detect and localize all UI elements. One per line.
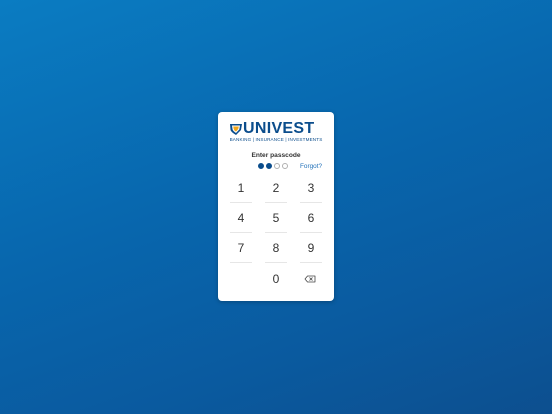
key-divider [300, 232, 322, 233]
key-2[interactable]: 2 [263, 174, 289, 202]
key-4[interactable]: 4 [228, 204, 254, 232]
key-divider [300, 262, 322, 263]
key-9[interactable]: 9 [298, 234, 324, 262]
passcode-dots [258, 163, 288, 171]
key-5[interactable]: 5 [263, 204, 289, 232]
univest-logo: UNIVEST BANKING | INSURANCE | INVESTMENT… [229, 120, 323, 145]
key-divider [230, 232, 252, 233]
passcode-dot-4 [282, 163, 288, 169]
key-8[interactable]: 8 [263, 234, 289, 262]
logo-wordmark: UNIVEST [243, 120, 315, 137]
key-0[interactable]: 0 [263, 265, 289, 293]
forgot-passcode-link[interactable]: Forgot? [300, 163, 322, 170]
key-divider [230, 202, 252, 203]
logo-tagline: BANKING | INSURANCE | INVESTMENTS [229, 137, 323, 142]
key-divider [265, 262, 287, 263]
key-divider [300, 202, 322, 203]
passcode-dot-2 [266, 163, 272, 169]
key-7[interactable]: 7 [228, 234, 254, 262]
key-3[interactable]: 3 [298, 174, 324, 202]
passcode-card: UNIVEST BANKING | INSURANCE | INVESTMENT… [218, 112, 334, 301]
passcode-dot-1 [258, 163, 264, 169]
passcode-dot-3 [274, 163, 280, 169]
passcode-prompt: Enter passcode [251, 152, 301, 159]
shield-logo-icon [230, 124, 242, 135]
key-6[interactable]: 6 [298, 204, 324, 232]
key-1[interactable]: 1 [228, 174, 254, 202]
backspace-icon [304, 275, 316, 283]
backspace-button[interactable] [298, 265, 324, 293]
key-divider [230, 262, 252, 263]
key-divider [265, 232, 287, 233]
key-divider [265, 202, 287, 203]
